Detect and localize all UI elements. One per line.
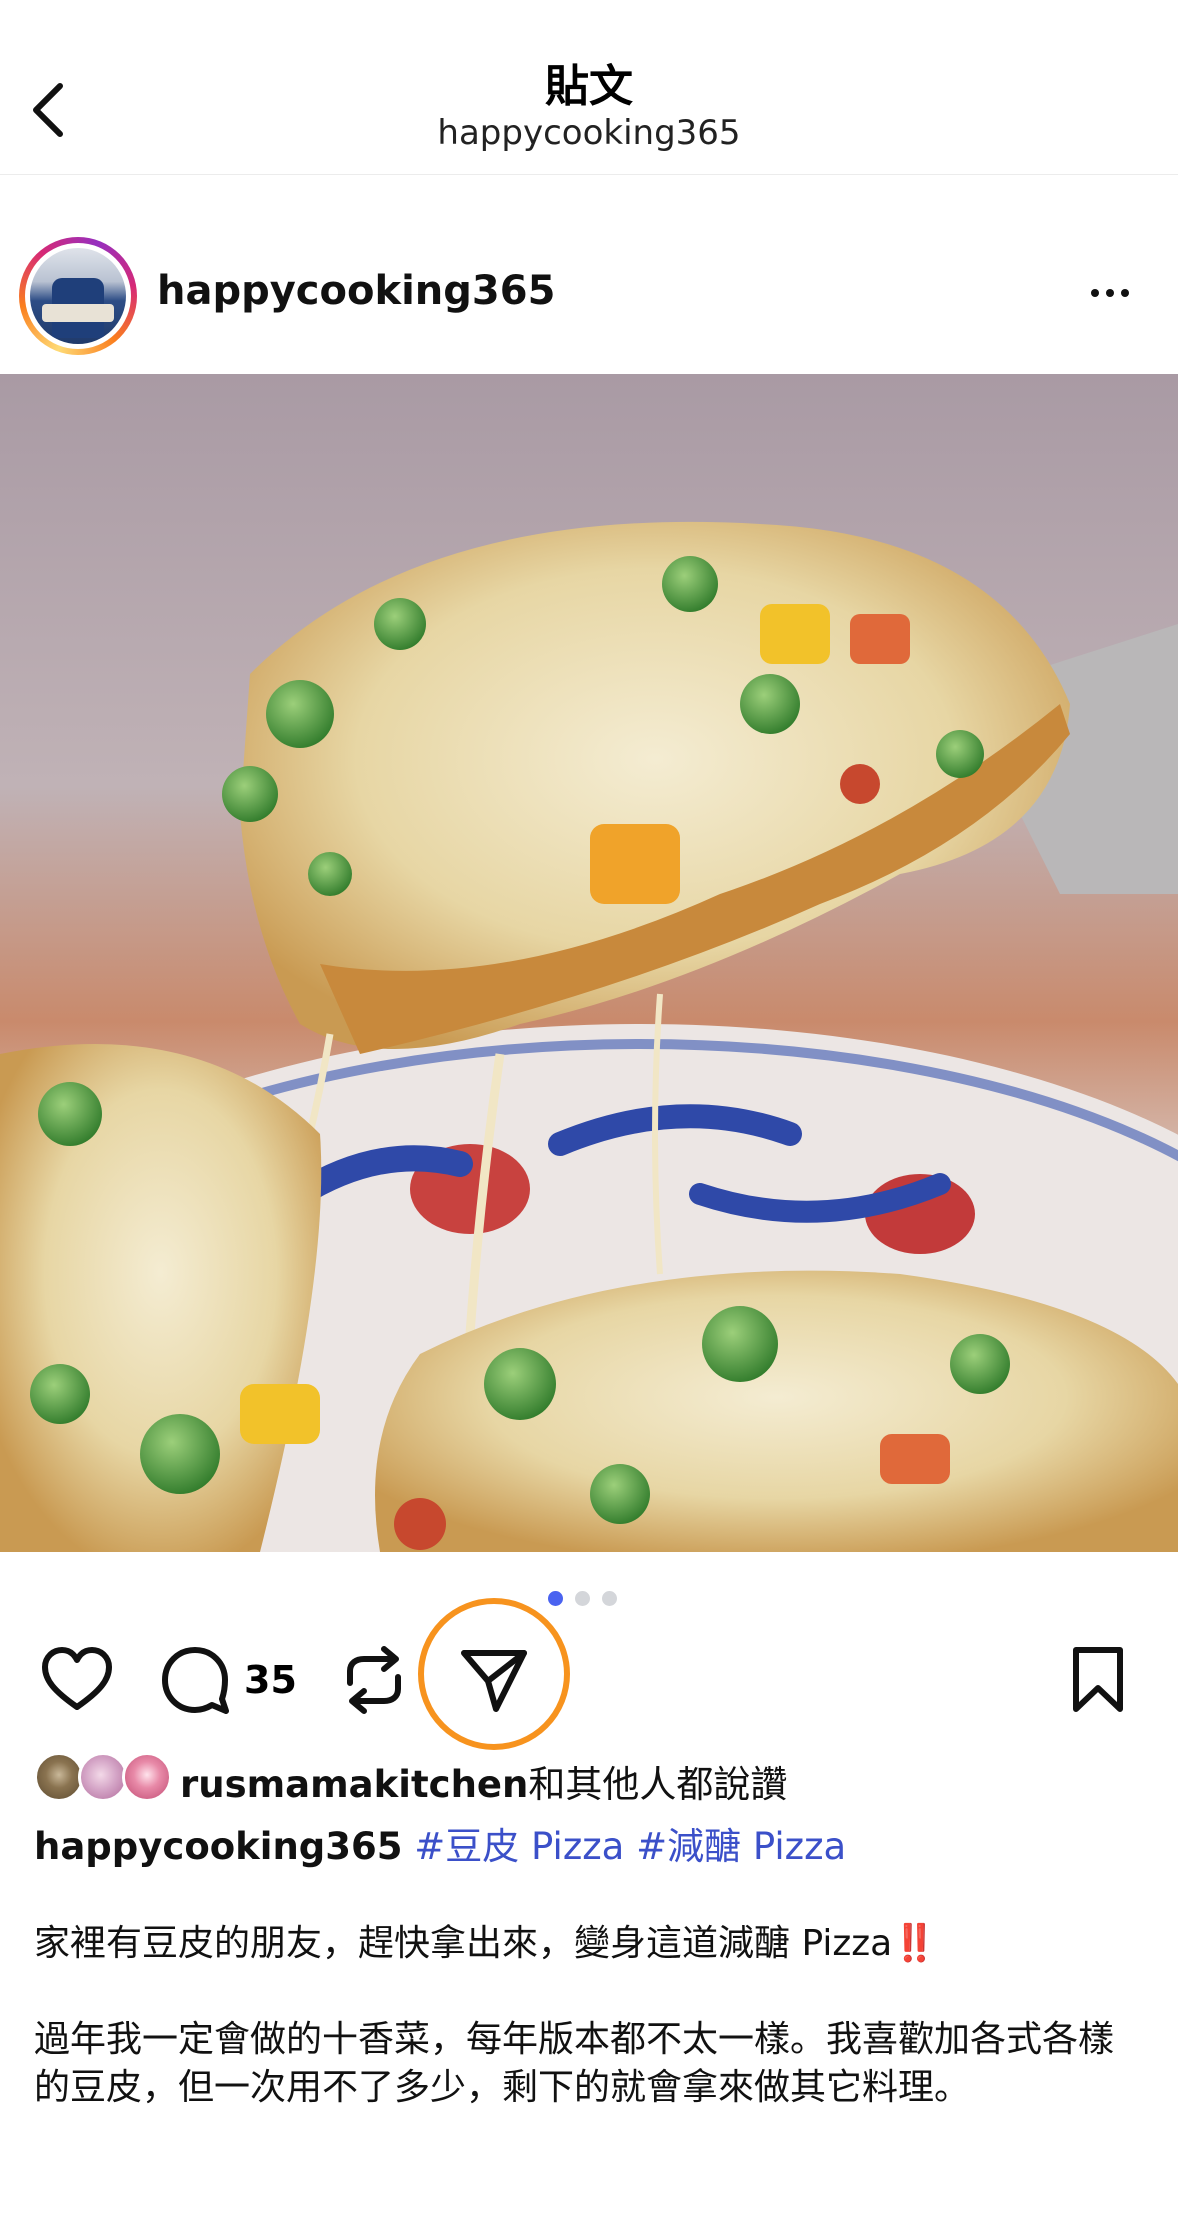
pizza-photo bbox=[0, 374, 1178, 1552]
carousel-dot-active bbox=[548, 1591, 563, 1606]
page-subtitle: happycooking365 bbox=[437, 113, 741, 153]
caption-paragraph: 過年我一定會做的十香菜，每年版本都不太一樣。我喜歡加各式各樣的豆皮，但一次用不了… bbox=[34, 2019, 1115, 2108]
comment-button[interactable]: 35 bbox=[160, 1640, 297, 1720]
post-action-bar: 35 bbox=[0, 1640, 1178, 1720]
comment-icon bbox=[162, 1647, 229, 1714]
caption-line: 家裡有豆皮的朋友，趕快拿出來，變身這道減醣 Pizza‼️ bbox=[34, 1923, 938, 1964]
hashtag-link[interactable]: #減醣 Pizza bbox=[636, 1825, 846, 1868]
top-navigation-bar: 貼文 happycooking365 bbox=[0, 0, 1178, 175]
author-username[interactable]: happycooking365 bbox=[157, 268, 555, 314]
more-options-button[interactable] bbox=[1080, 268, 1140, 318]
carousel-indicator bbox=[548, 1591, 617, 1606]
avatar-photo bbox=[30, 248, 126, 344]
liker-avatar bbox=[34, 1752, 84, 1802]
more-horizontal-icon bbox=[1091, 289, 1099, 297]
carousel-dot bbox=[575, 1591, 590, 1606]
post-header: happycooking365 bbox=[0, 232, 1178, 355]
page-title: 貼文 bbox=[545, 61, 633, 112]
heart-icon bbox=[42, 1647, 112, 1710]
caption-header: happycooking365 #豆皮 Pizza #減醣 Pizza bbox=[34, 1816, 846, 1870]
double-exclamation-icon: ‼️ bbox=[892, 1923, 938, 1964]
repost-button[interactable] bbox=[340, 1640, 408, 1720]
caption-username[interactable]: happycooking365 bbox=[34, 1825, 403, 1868]
hashtag-link[interactable]: #豆皮 Pizza bbox=[414, 1825, 624, 1868]
liker-avatar bbox=[78, 1752, 128, 1802]
like-button[interactable] bbox=[40, 1640, 114, 1720]
share-send-button[interactable] bbox=[458, 1640, 530, 1720]
likes-text: rusmamakitchen和其他人都說讚 bbox=[180, 1754, 787, 1808]
likes-summary[interactable]: rusmamakitchen和其他人都說讚 bbox=[34, 1752, 1154, 1806]
save-bookmark-button[interactable] bbox=[1068, 1640, 1128, 1720]
post-image[interactable] bbox=[0, 374, 1178, 1552]
carousel-dot bbox=[602, 1591, 617, 1606]
send-icon bbox=[461, 1650, 527, 1712]
bookmark-icon bbox=[1073, 1647, 1123, 1712]
author-avatar[interactable] bbox=[19, 237, 137, 355]
caption-text: 家裡有豆皮的朋友，趕快拿出來，變身這道減醣 Pizza‼️ 過年我一定會做的十香… bbox=[34, 1920, 1144, 2112]
repost-icon bbox=[347, 1646, 401, 1714]
comment-count: 35 bbox=[244, 1658, 297, 1702]
liker-username[interactable]: rusmamakitchen bbox=[180, 1763, 528, 1806]
liker-avatar bbox=[122, 1752, 172, 1802]
likes-suffix: 和其他人都說讚 bbox=[528, 1763, 788, 1806]
